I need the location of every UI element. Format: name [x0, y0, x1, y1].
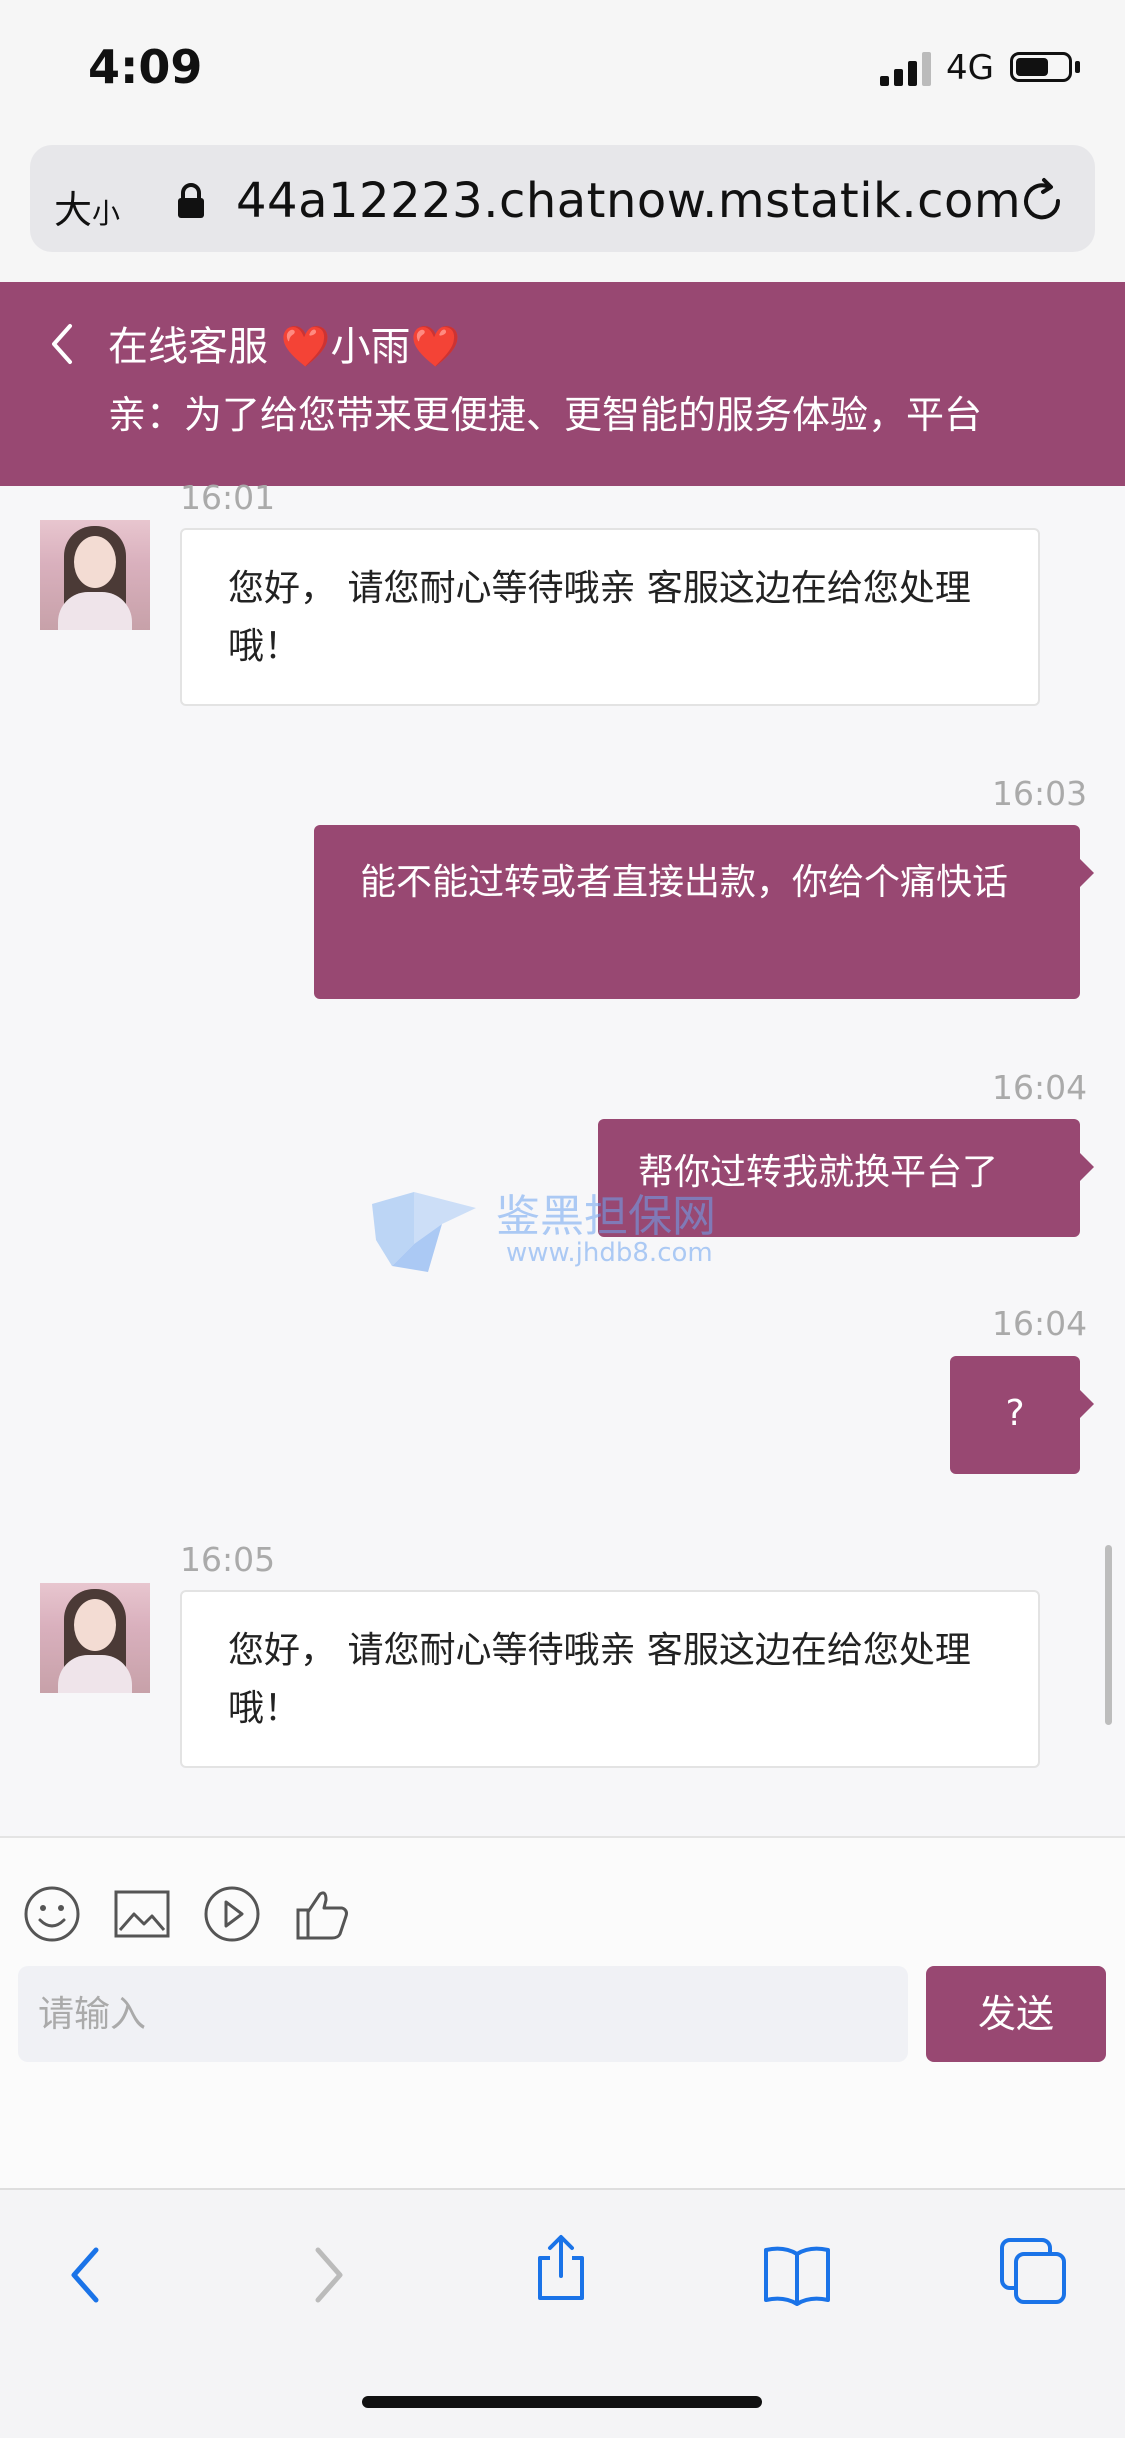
message-input[interactable]	[18, 1966, 908, 2062]
url-text: 44a12223.chatnow.mstatik.com	[236, 173, 1022, 229]
message-time: 16:04	[992, 1304, 1088, 1343]
reload-icon[interactable]	[1018, 177, 1066, 225]
message-bubble-outgoing: 能不能过转或者直接出款，你给个痛快话	[314, 825, 1094, 999]
message-bubble-incoming: 您好， 请您耐心等待哦亲 客服这边在给您处理哦！	[180, 528, 1040, 706]
status-time: 4:09	[88, 40, 203, 94]
text-size-label: 大	[54, 188, 93, 232]
message-time: 16:01	[180, 478, 276, 517]
back-icon[interactable]	[52, 2240, 122, 2310]
bookmarks-icon[interactable]	[762, 2240, 832, 2310]
watermark-logo-icon	[372, 1192, 476, 1272]
scrollbar[interactable]	[1105, 1545, 1112, 1725]
agent-avatar	[40, 520, 150, 630]
network-type: 4G	[946, 48, 994, 88]
chat-title: 在线客服 ❤️小雨❤️	[108, 324, 461, 370]
text-size-button[interactable]: 大小	[54, 179, 120, 234]
send-button[interactable]: 发送	[926, 1966, 1106, 2062]
message-time: 16:03	[992, 774, 1088, 813]
thumbs-up-icon[interactable]	[292, 1884, 352, 1944]
chat-notice[interactable]: 亲：为了给您带来更便捷、更智能的服务体验，平台	[108, 384, 1078, 439]
watermark-url: www.jhdb8.com	[506, 1238, 713, 1268]
signal-icon	[880, 52, 931, 86]
battery-tip	[1075, 61, 1080, 73]
browser-url-area: 大小 44a12223.chatnow.mstatik.com	[0, 135, 1125, 282]
home-indicator[interactable]	[362, 2396, 762, 2408]
composer: 发送	[0, 1836, 1125, 2190]
agent-avatar	[40, 1583, 150, 1693]
emoji-icon[interactable]	[22, 1884, 82, 1944]
tabs-icon[interactable]	[998, 2236, 1068, 2306]
message-bubble-incoming: 您好， 请您耐心等待哦亲 客服这边在给您处理哦！	[180, 1590, 1040, 1768]
text-size-small: 小	[92, 197, 121, 230]
lock-icon	[178, 183, 204, 218]
forward-icon[interactable]	[292, 2240, 362, 2310]
video-icon[interactable]	[202, 1884, 262, 1944]
address-bar[interactable]: 大小 44a12223.chatnow.mstatik.com	[30, 145, 1095, 252]
back-arrow-icon[interactable]	[46, 320, 76, 368]
status-bar: 4:09 4G	[0, 0, 1125, 135]
watermark: 鉴黑担保网 www.jhdb8.com	[366, 1176, 756, 1296]
message-bubble-outgoing: ?	[950, 1356, 1094, 1474]
chat-header: 在线客服 ❤️小雨❤️ 亲：为了给您带来更便捷、更智能的服务体验，平台	[0, 282, 1125, 486]
message-time: 16:04	[992, 1068, 1088, 1107]
share-icon[interactable]	[526, 2232, 596, 2302]
watermark-text: 鉴黑担保网	[496, 1191, 716, 1242]
battery-icon	[1010, 52, 1072, 82]
message-time: 16:05	[180, 1540, 276, 1579]
image-icon[interactable]	[112, 1884, 172, 1944]
